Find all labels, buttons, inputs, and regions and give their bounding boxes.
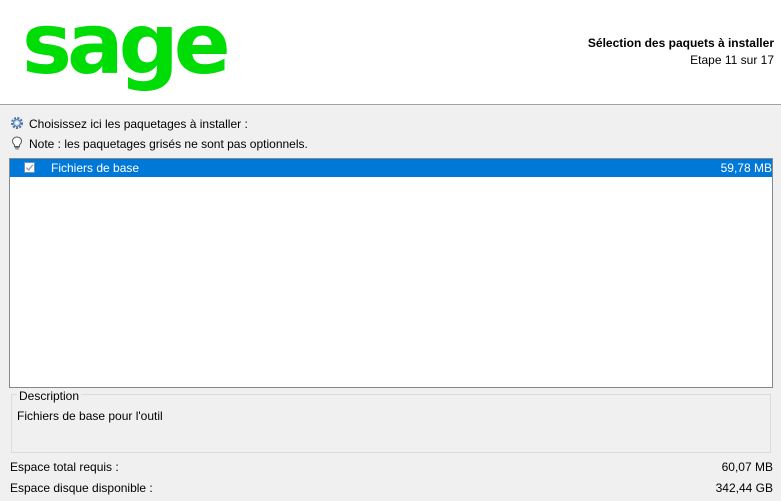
wizard-header: sage Sélection des paquets à installer E… (0, 0, 781, 105)
package-list[interactable]: Fichiers de base 59,78 MB (9, 158, 773, 388)
step-title: Sélection des paquets à installer (587, 36, 774, 50)
total-space-value: 60,07 MB (721, 460, 773, 474)
note-text: Note : les paquetages grisés ne sont pas… (29, 137, 308, 151)
description-text: Fichiers de base pour l'outil (17, 409, 163, 423)
checkmark-icon (25, 164, 34, 172)
package-row-base-files[interactable]: Fichiers de base 59,78 MB (10, 159, 772, 177)
choose-text: Choisissez ici les paquetages à installe… (29, 117, 248, 131)
step-counter: Etape 11 sur 17 (690, 53, 774, 67)
package-checkbox[interactable] (24, 162, 35, 173)
package-size: 59,78 MB (720, 161, 772, 175)
total-space-label: Espace total requis : (10, 460, 119, 474)
available-space-value: 342,44 GB (715, 481, 773, 495)
package-name: Fichiers de base (51, 161, 140, 175)
sage-logo: sage (22, 0, 231, 93)
description-group: Description Fichiers de base pour l'outi… (11, 389, 771, 453)
description-legend: Description (17, 389, 82, 403)
choose-instruction: Choisissez ici les paquetages à installe… (10, 116, 248, 132)
gear-icon (10, 116, 24, 133)
lightbulb-icon (10, 135, 24, 153)
available-space-label: Espace disque disponible : (10, 481, 153, 495)
note-instruction: Note : les paquetages grisés ne sont pas… (10, 135, 308, 153)
